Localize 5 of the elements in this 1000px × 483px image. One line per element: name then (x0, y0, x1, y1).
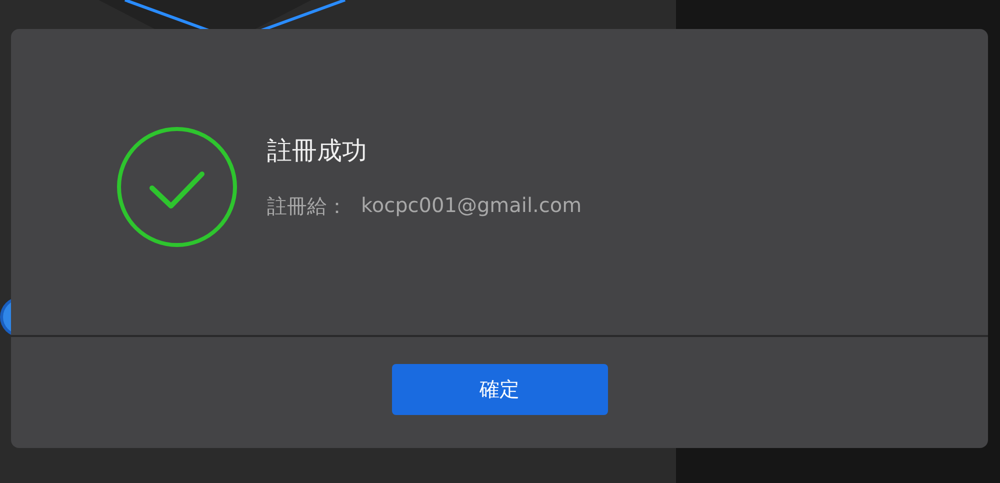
checkmark-icon (116, 126, 238, 248)
registered-to-label: 註冊給： (267, 193, 347, 220)
email-text: kocpc001@gmail.com (361, 193, 582, 219)
confirm-button[interactable]: 確定 (392, 364, 608, 415)
dialog-title: 註冊成功 (267, 135, 368, 167)
